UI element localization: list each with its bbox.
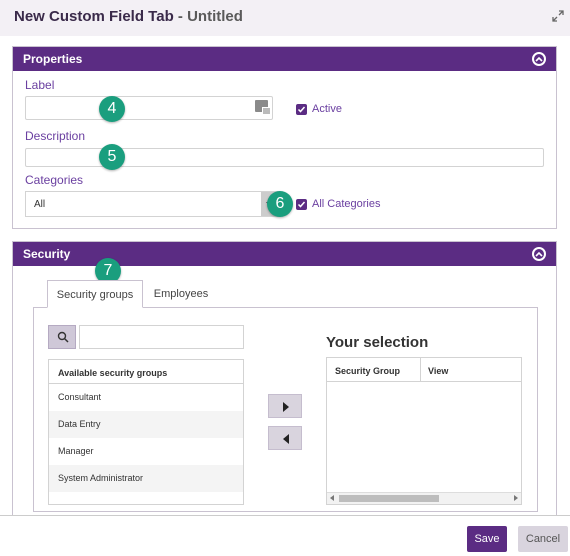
scroll-thumb[interactable] [339, 495, 439, 502]
selection-table-header: Security Group View [327, 358, 521, 382]
column-divider [420, 358, 421, 382]
dialog-title: New Custom Field Tab - Untitled [14, 8, 243, 25]
dialog-titlebar: New Custom Field Tab - Untitled [0, 0, 570, 36]
chevron-up-icon[interactable] [532, 247, 546, 261]
remove-selected-button[interactable] [268, 426, 302, 450]
your-selection-title: Your selection [326, 334, 429, 351]
security-header[interactable]: Security [13, 242, 556, 266]
search-button[interactable] [48, 325, 76, 349]
callout-badge-4: 4 [99, 96, 125, 122]
arrow-right-icon [283, 402, 289, 412]
categories-select[interactable]: All [25, 191, 280, 217]
active-label: Active [312, 103, 342, 115]
arrow-left-icon [283, 434, 289, 444]
dialog-subtitle: Untitled [187, 8, 243, 25]
search-input[interactable] [79, 325, 244, 349]
categories-field-label: Categories [25, 173, 84, 187]
callout-badge-5: 5 [99, 144, 125, 170]
label-input[interactable] [25, 96, 273, 120]
all-categories-checkbox[interactable] [296, 199, 307, 210]
security-tabs-area: Security groups Employees Available secu… [33, 280, 538, 512]
scroll-left-icon[interactable] [330, 495, 334, 501]
dialog-title-separator: - [173, 8, 188, 25]
list-item[interactable]: Data Entry [49, 411, 243, 438]
list-item[interactable]: Consultant [49, 384, 243, 411]
dialog-footer: Save Cancel [0, 515, 570, 556]
chevron-up-icon[interactable] [532, 52, 546, 66]
security-section: Security Security groups Employees Avail… [12, 241, 557, 521]
cancel-button[interactable]: Cancel [518, 526, 568, 552]
search-icon [57, 331, 69, 343]
available-groups-header: Available security groups [49, 360, 243, 384]
security-groups-panel: Available security groups Consultant Dat… [33, 307, 538, 512]
horizontal-scrollbar[interactable] [327, 492, 521, 504]
label-field-label: Label [25, 78, 55, 92]
column-view: View [428, 366, 449, 376]
all-categories-label: All Categories [312, 198, 381, 210]
list-item[interactable]: System Administrator [49, 465, 243, 492]
save-button[interactable]: Save [467, 526, 507, 552]
categories-select-value: All [34, 199, 46, 210]
tab-security-groups[interactable]: Security groups [47, 280, 143, 308]
expand-icon[interactable] [552, 10, 564, 22]
add-selected-button[interactable] [268, 394, 302, 418]
column-security-group: Security Group [335, 366, 401, 376]
selection-table: Security Group View [326, 357, 522, 505]
dialog-title-main: New Custom Field Tab [14, 8, 174, 25]
active-checkbox[interactable] [296, 104, 307, 115]
list-item[interactable]: Manager [49, 438, 243, 465]
description-field-label: Description [25, 129, 86, 143]
properties-header[interactable]: Properties [13, 47, 556, 71]
translate-icon[interactable] [255, 100, 271, 115]
scroll-right-icon[interactable] [514, 495, 518, 501]
properties-header-label: Properties [23, 52, 83, 66]
callout-badge-6: 6 [267, 191, 293, 217]
available-groups-list: Available security groups Consultant Dat… [48, 359, 244, 505]
security-header-label: Security [23, 247, 71, 261]
custom-field-tab-dialog: New Custom Field Tab - Untitled Properti… [0, 0, 570, 556]
tab-employees[interactable]: Employees [145, 280, 217, 308]
